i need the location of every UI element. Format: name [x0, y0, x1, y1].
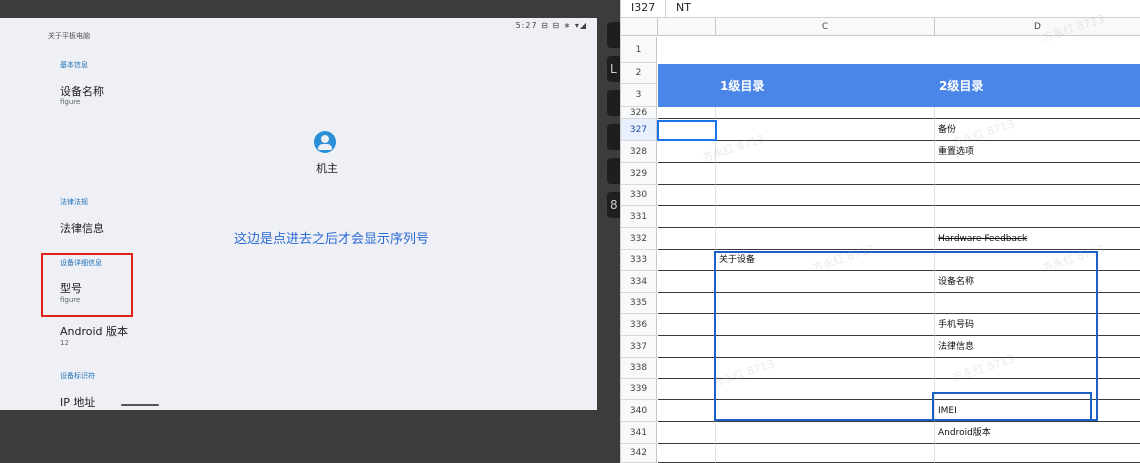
table-cell-b[interactable]	[658, 293, 716, 314]
row-header[interactable]: 327	[621, 119, 657, 141]
section-legal: 法律法规	[60, 198, 88, 206]
section-basic-info: 基本信息	[60, 61, 88, 69]
legal-info-item[interactable]: 法律信息	[60, 220, 104, 236]
table-cell-c[interactable]	[716, 206, 935, 228]
column-header-b[interactable]	[658, 18, 716, 36]
table-cell-b[interactable]	[658, 107, 716, 119]
column-header-c[interactable]: C	[716, 18, 935, 36]
table-cell-b[interactable]	[658, 141, 716, 163]
table-cell-c[interactable]	[716, 141, 935, 163]
row-header[interactable]: 335	[621, 293, 657, 314]
row-header[interactable]: 328	[621, 141, 657, 163]
table-cell-d[interactable]	[935, 163, 1140, 185]
page-title: 关于平板电脑	[48, 32, 90, 40]
row-header-2[interactable]: 2	[621, 63, 657, 84]
row-header[interactable]: 326	[621, 107, 657, 119]
table-cell-c[interactable]	[716, 107, 935, 119]
cell-reference[interactable]: I327	[631, 1, 655, 14]
device-name-value: figure	[60, 98, 81, 106]
table-cell-c[interactable]	[716, 444, 935, 463]
table-cell-b[interactable]	[658, 163, 716, 185]
row-header[interactable]: 332	[621, 228, 657, 250]
table-cell-d[interactable]	[935, 107, 1140, 119]
phone-settings-screenshot: 5:27 ⊟ ⊟ ∗ ▾◢ 关于平板电脑 基本信息 设备名称 figure 机主…	[0, 18, 597, 410]
android-version-label[interactable]: Android 版本	[60, 323, 128, 339]
row-header[interactable]: 330	[621, 185, 657, 206]
row-header[interactable]: 337	[621, 336, 657, 358]
table-cell-d[interactable]: 重置选项	[935, 141, 1140, 163]
spreadsheet-window: I327 NT C D 1 2 3 1级目录 2级目录 326 327 备份 328 重…	[620, 0, 1140, 463]
table-cell-d[interactable]: 备份	[935, 119, 1140, 141]
owner-avatar-icon[interactable]	[314, 131, 336, 153]
row-header[interactable]: 338	[621, 358, 657, 379]
row-header[interactable]: 331	[621, 206, 657, 228]
highlight-box-blue-small	[932, 392, 1092, 421]
table-cell-b[interactable]	[658, 358, 716, 379]
owner-label[interactable]: 机主	[316, 160, 338, 176]
table-cell-b[interactable]	[658, 314, 716, 336]
table-cell-d[interactable]	[935, 206, 1140, 228]
table-cell-b[interactable]	[658, 422, 716, 444]
table-cell-b[interactable]	[658, 444, 716, 463]
section-device-ids: 设备标识符	[60, 372, 95, 380]
table-cell-b[interactable]	[658, 400, 716, 422]
formula-bar: I327 NT	[621, 0, 1140, 18]
header-col-d[interactable]: 2级目录	[939, 77, 983, 94]
device-name-label[interactable]: 设备名称	[60, 83, 104, 99]
table-cell-c[interactable]	[716, 228, 935, 250]
table-cell-c[interactable]	[716, 185, 935, 206]
table-cell-b[interactable]	[658, 250, 716, 271]
table-cell-c[interactable]	[716, 163, 935, 185]
table-cell-b[interactable]	[658, 185, 716, 206]
status-bar: 5:27 ⊟ ⊟ ∗ ▾◢	[515, 21, 587, 30]
row-header[interactable]: 336	[621, 314, 657, 336]
android-version-value: 12	[60, 339, 69, 347]
formula-divider	[665, 0, 666, 17]
row-header[interactable]: 333	[621, 250, 657, 271]
table-cell-b[interactable]	[658, 379, 716, 400]
row-header[interactable]: 342	[621, 444, 657, 463]
annotation-text: 这边是点进去之后才会显示序列号	[234, 232, 430, 247]
table-cell-b[interactable]	[658, 271, 716, 293]
select-all-corner[interactable]	[621, 18, 658, 36]
header-col-c[interactable]: 1级目录	[720, 77, 764, 94]
ip-address-label[interactable]: IP 地址	[60, 394, 95, 410]
table-cell-d[interactable]	[935, 185, 1140, 206]
row-header-1[interactable]: 1	[621, 37, 657, 63]
table-cell-d[interactable]: Android版本	[935, 422, 1140, 444]
table-cell-c[interactable]	[716, 422, 935, 444]
selected-cell[interactable]	[657, 120, 717, 141]
home-indicator	[121, 404, 159, 406]
table-cell-b[interactable]	[658, 336, 716, 358]
table-cell-b[interactable]	[658, 206, 716, 228]
column-header-d[interactable]: D	[935, 18, 1140, 36]
table-cell-d[interactable]	[935, 444, 1140, 463]
row-header[interactable]: 334	[621, 271, 657, 293]
row-header-3[interactable]: 3	[621, 84, 657, 107]
formula-input[interactable]: NT	[676, 1, 691, 14]
row-header[interactable]: 340	[621, 400, 657, 422]
highlight-box-red	[41, 253, 133, 317]
table-cell-d[interactable]: Hardware Feedback	[935, 228, 1140, 250]
table-cell-c[interactable]	[716, 119, 935, 141]
table-cell-b[interactable]	[658, 228, 716, 250]
row-header[interactable]: 329	[621, 163, 657, 185]
row-header[interactable]: 339	[621, 379, 657, 400]
row-header[interactable]: 341	[621, 422, 657, 444]
